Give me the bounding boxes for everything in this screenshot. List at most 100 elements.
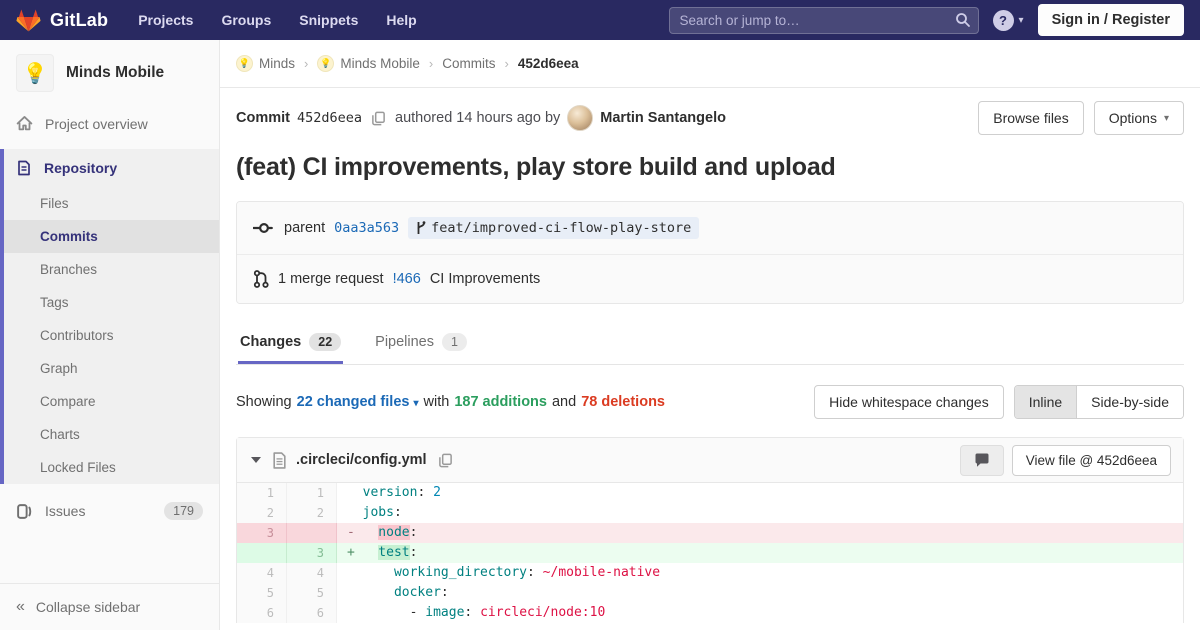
sidebar-item-compare[interactable]: Compare bbox=[4, 385, 219, 418]
pipelines-count-badge: 1 bbox=[442, 333, 467, 351]
document-icon bbox=[16, 160, 32, 176]
sidebar-item-repository[interactable]: Repository bbox=[4, 149, 219, 187]
inline-view-button[interactable]: Inline bbox=[1014, 386, 1077, 418]
collapse-chevrons-icon: « bbox=[16, 598, 25, 615]
code-token: docker bbox=[393, 585, 441, 600]
global-search bbox=[668, 6, 979, 34]
project-avatar: 💡 bbox=[16, 54, 54, 92]
help-menu[interactable]: ? ▾ bbox=[992, 9, 1024, 31]
search-input[interactable] bbox=[668, 6, 979, 34]
search-icon[interactable] bbox=[955, 12, 971, 28]
diff-marker bbox=[347, 603, 363, 623]
code-token: version bbox=[362, 485, 418, 500]
new-line-number[interactable]: 2 bbox=[287, 503, 337, 523]
diff-marker bbox=[347, 483, 363, 503]
author-avatar[interactable] bbox=[567, 105, 594, 131]
new-line-number[interactable]: 4 bbox=[287, 563, 337, 583]
comment-bubble-icon bbox=[975, 453, 989, 467]
sidebar-item-locked-files[interactable]: Locked Files bbox=[4, 451, 219, 484]
showing-label: Showing bbox=[236, 394, 292, 410]
browse-files-button[interactable]: Browse files bbox=[978, 101, 1084, 135]
old-line-number[interactable] bbox=[237, 543, 287, 563]
copy-sha-button[interactable] bbox=[369, 109, 388, 128]
breadcrumb-label: Commits bbox=[442, 56, 496, 71]
diff-marker: + bbox=[347, 545, 355, 560]
code-token: test bbox=[378, 545, 410, 560]
sidebar-item-charts[interactable]: Charts bbox=[4, 418, 219, 451]
collapse-diff-caret-icon[interactable] bbox=[251, 457, 261, 463]
view-file-button[interactable]: View file @ 452d6eea bbox=[1011, 444, 1171, 476]
options-dropdown-button[interactable]: Options ▾ bbox=[1093, 101, 1184, 135]
nav-item-help[interactable]: Help bbox=[386, 12, 416, 28]
sidebar-item-contributors[interactable]: Contributors bbox=[4, 319, 219, 352]
side-by-side-view-button[interactable]: Side-by-side bbox=[1076, 386, 1183, 418]
breadcrumb: 💡 Minds › 💡 Minds Mobile › Commits › 452… bbox=[220, 40, 1200, 88]
nav-item-projects[interactable]: Projects bbox=[138, 12, 193, 28]
copy-path-button[interactable] bbox=[436, 451, 455, 470]
logo-text: GitLab bbox=[50, 9, 109, 30]
toggle-comments-button[interactable] bbox=[959, 444, 1004, 476]
diff-row: 22 jobs: bbox=[237, 503, 1183, 523]
branch-ref-chip[interactable]: feat/improved-ci-flow-play-store bbox=[408, 217, 700, 239]
new-line-number[interactable]: 6 bbox=[287, 603, 337, 623]
breadcrumb-item-minds-mobile[interactable]: 💡 Minds Mobile bbox=[317, 55, 420, 72]
author-name[interactable]: Martin Santangelo bbox=[600, 110, 726, 126]
sign-in-register-button[interactable]: Sign in / Register bbox=[1037, 4, 1184, 36]
diff-filename[interactable]: .circleci/config.yml bbox=[296, 452, 427, 468]
new-line-number[interactable] bbox=[287, 523, 337, 543]
tab-changes[interactable]: Changes 22 bbox=[238, 320, 344, 364]
authored-text: authored 14 hours ago by bbox=[395, 110, 561, 126]
old-line-number[interactable]: 5 bbox=[237, 583, 287, 603]
code-line: + test: bbox=[337, 543, 1183, 563]
sidebar-item-label: Repository bbox=[44, 160, 118, 176]
tab-label: Changes bbox=[240, 334, 302, 350]
new-line-number[interactable]: 5 bbox=[287, 583, 337, 603]
gitlab-tanuki-icon bbox=[16, 8, 41, 33]
old-line-number[interactable]: 4 bbox=[237, 563, 287, 583]
diff-row: 44 working_directory: ~/mobile-native bbox=[237, 563, 1183, 583]
sidebar-project-link[interactable]: 💡 Minds Mobile bbox=[0, 40, 219, 104]
commit-tabs: Changes 22 Pipelines 1 bbox=[236, 320, 1184, 365]
diff-file-header: .circleci/config.yml View file @ 452d6ee… bbox=[237, 438, 1183, 483]
tab-pipelines[interactable]: Pipelines 1 bbox=[373, 320, 469, 364]
project-sidebar: 💡 Minds Mobile Project overview Reposito… bbox=[0, 40, 220, 630]
help-icon: ? bbox=[992, 9, 1014, 31]
sidebar-item-commits[interactable]: Commits bbox=[4, 220, 219, 253]
new-line-number[interactable]: 1 bbox=[287, 483, 337, 503]
nav-item-snippets[interactable]: Snippets bbox=[299, 12, 358, 28]
sidebar-item-project-overview[interactable]: Project overview bbox=[0, 104, 219, 143]
old-line-number[interactable]: 1 bbox=[237, 483, 287, 503]
merge-request-icon bbox=[253, 270, 269, 288]
chevron-down-icon: ▾ bbox=[413, 398, 419, 409]
main-content: 💡 Minds › 💡 Minds Mobile › Commits › 452… bbox=[220, 40, 1200, 623]
collapse-sidebar-button[interactable]: « Collapse sidebar bbox=[0, 583, 219, 630]
new-line-number[interactable]: 3 bbox=[287, 543, 337, 563]
changed-files-dropdown[interactable]: 22 changed files ▾ bbox=[297, 394, 419, 410]
sidebar-item-files[interactable]: Files bbox=[4, 187, 219, 220]
sidebar-item-issues[interactable]: Issues 179 bbox=[0, 491, 219, 531]
and-label: and bbox=[551, 394, 577, 410]
old-line-number[interactable]: 2 bbox=[237, 503, 287, 523]
chevron-down-icon: ▾ bbox=[1018, 14, 1024, 26]
nav-item-groups[interactable]: Groups bbox=[221, 12, 271, 28]
parent-sha-link[interactable]: 0aa3a563 bbox=[334, 220, 399, 236]
code-line: - node: bbox=[337, 523, 1183, 543]
gitlab-logo[interactable]: GitLab bbox=[16, 8, 108, 33]
breadcrumb-item-minds[interactable]: 💡 Minds bbox=[236, 55, 295, 72]
code-token: image bbox=[425, 605, 465, 620]
old-line-number[interactable]: 3 bbox=[237, 523, 287, 543]
merge-request-id-link[interactable]: !466 bbox=[393, 271, 421, 287]
old-line-number[interactable]: 6 bbox=[237, 603, 287, 623]
breadcrumb-item-commits[interactable]: Commits bbox=[442, 56, 495, 71]
sidebar-item-branches[interactable]: Branches bbox=[4, 253, 219, 286]
sidebar-item-graph[interactable]: Graph bbox=[4, 352, 219, 385]
sidebar-item-tags[interactable]: Tags bbox=[4, 286, 219, 319]
code-token: 2 bbox=[433, 485, 441, 500]
commit-label: Commit bbox=[236, 110, 290, 126]
commit-sha: 452d6eea bbox=[296, 110, 363, 126]
code-token: : bbox=[409, 525, 418, 540]
hide-whitespace-button[interactable]: Hide whitespace changes bbox=[814, 385, 1004, 419]
